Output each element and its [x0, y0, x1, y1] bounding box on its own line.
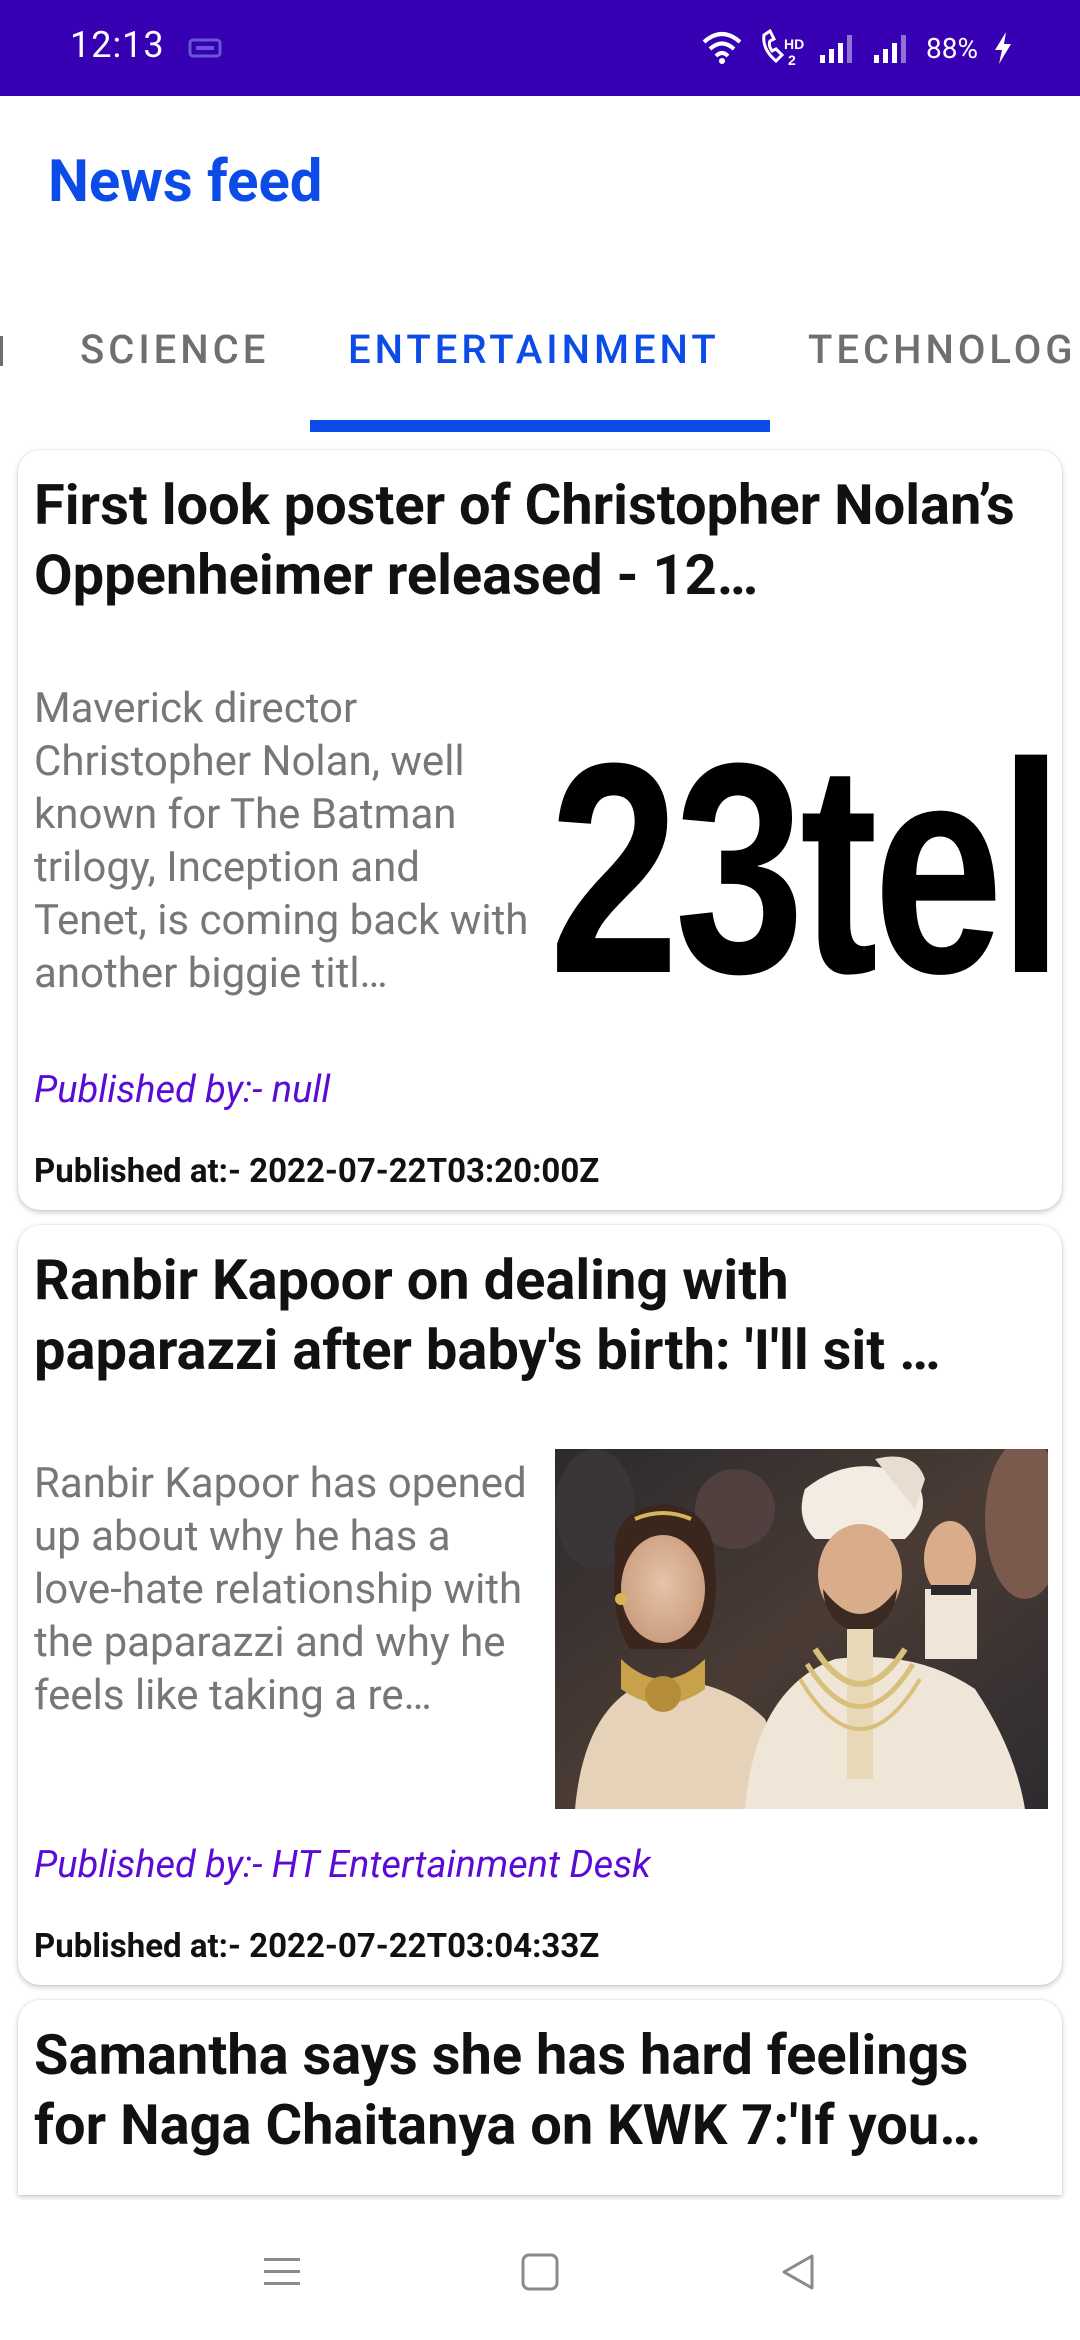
- article-date: Published at:- 2022-07-22T03:04:33Z: [34, 1927, 600, 1966]
- square-icon: [521, 2253, 559, 2291]
- page-title: News feed: [48, 148, 323, 216]
- article-description: Maverick director Christopher Nolan, wel…: [34, 684, 529, 998]
- wifi-calling-icon: HD 2: [762, 29, 804, 67]
- tab-entertainment[interactable]: ENTERTAINMENT: [348, 326, 720, 373]
- home-button[interactable]: [510, 2242, 570, 2302]
- article-card[interactable]: Samantha says she has hard feelings for …: [18, 2000, 1062, 2195]
- back-button[interactable]: [768, 2242, 828, 2302]
- article-title: Samantha says she has hard feelings for …: [34, 2022, 981, 2158]
- signal-icon: [820, 35, 853, 63]
- recent-apps-button[interactable]: [252, 2242, 312, 2302]
- battery-level: 88%: [926, 31, 978, 65]
- charging-icon: [995, 32, 1011, 64]
- wifi-icon: [702, 32, 742, 64]
- tab-science[interactable]: SCIENCE: [80, 326, 269, 373]
- system-nav-bar: [0, 2200, 1080, 2340]
- tab-technology[interactable]: TECHNOLOG: [808, 326, 1077, 373]
- tab-indicator: [310, 420, 770, 432]
- article-card[interactable]: Ranbir Kapoor on dealing with paparazzi …: [18, 1225, 1062, 1985]
- article-author: Published by:- null: [34, 1068, 331, 1112]
- article-title: Ranbir Kapoor on dealing with paparazzi …: [34, 1247, 941, 1383]
- back-triangle-icon: [782, 2254, 814, 2290]
- svg-text:HD: HD: [784, 36, 804, 52]
- notification-icon: [188, 38, 222, 58]
- category-tabs: SCIENCE ENTERTAINMENT TECHNOLOG: [0, 300, 1080, 432]
- article-title: First look poster of Christopher Nolan’s…: [34, 472, 1015, 608]
- article-image: 23tel: [555, 688, 1048, 1048]
- article-description: Ranbir Kapoor has opened up about why he…: [34, 1459, 527, 1720]
- wedding-photo: [555, 1449, 1048, 1809]
- signal-icon-2: [874, 35, 907, 63]
- article-image: [555, 1449, 1048, 1809]
- article-image-text: 23tel: [555, 700, 1048, 1036]
- article-card[interactable]: First look poster of Christopher Nolan’s…: [18, 450, 1062, 1210]
- article-date: Published at:- 2022-07-22T03:20:00Z: [34, 1152, 600, 1191]
- status-bar: 12:13 HD 2 88%: [0, 0, 1080, 96]
- article-author: Published by:- HT Entertainment Desk: [34, 1843, 651, 1887]
- menu-icon: [264, 2258, 300, 2285]
- tab-previous-edge[interactable]: [0, 336, 3, 366]
- svg-text:2: 2: [788, 52, 796, 67]
- status-time: 12:13: [70, 24, 165, 66]
